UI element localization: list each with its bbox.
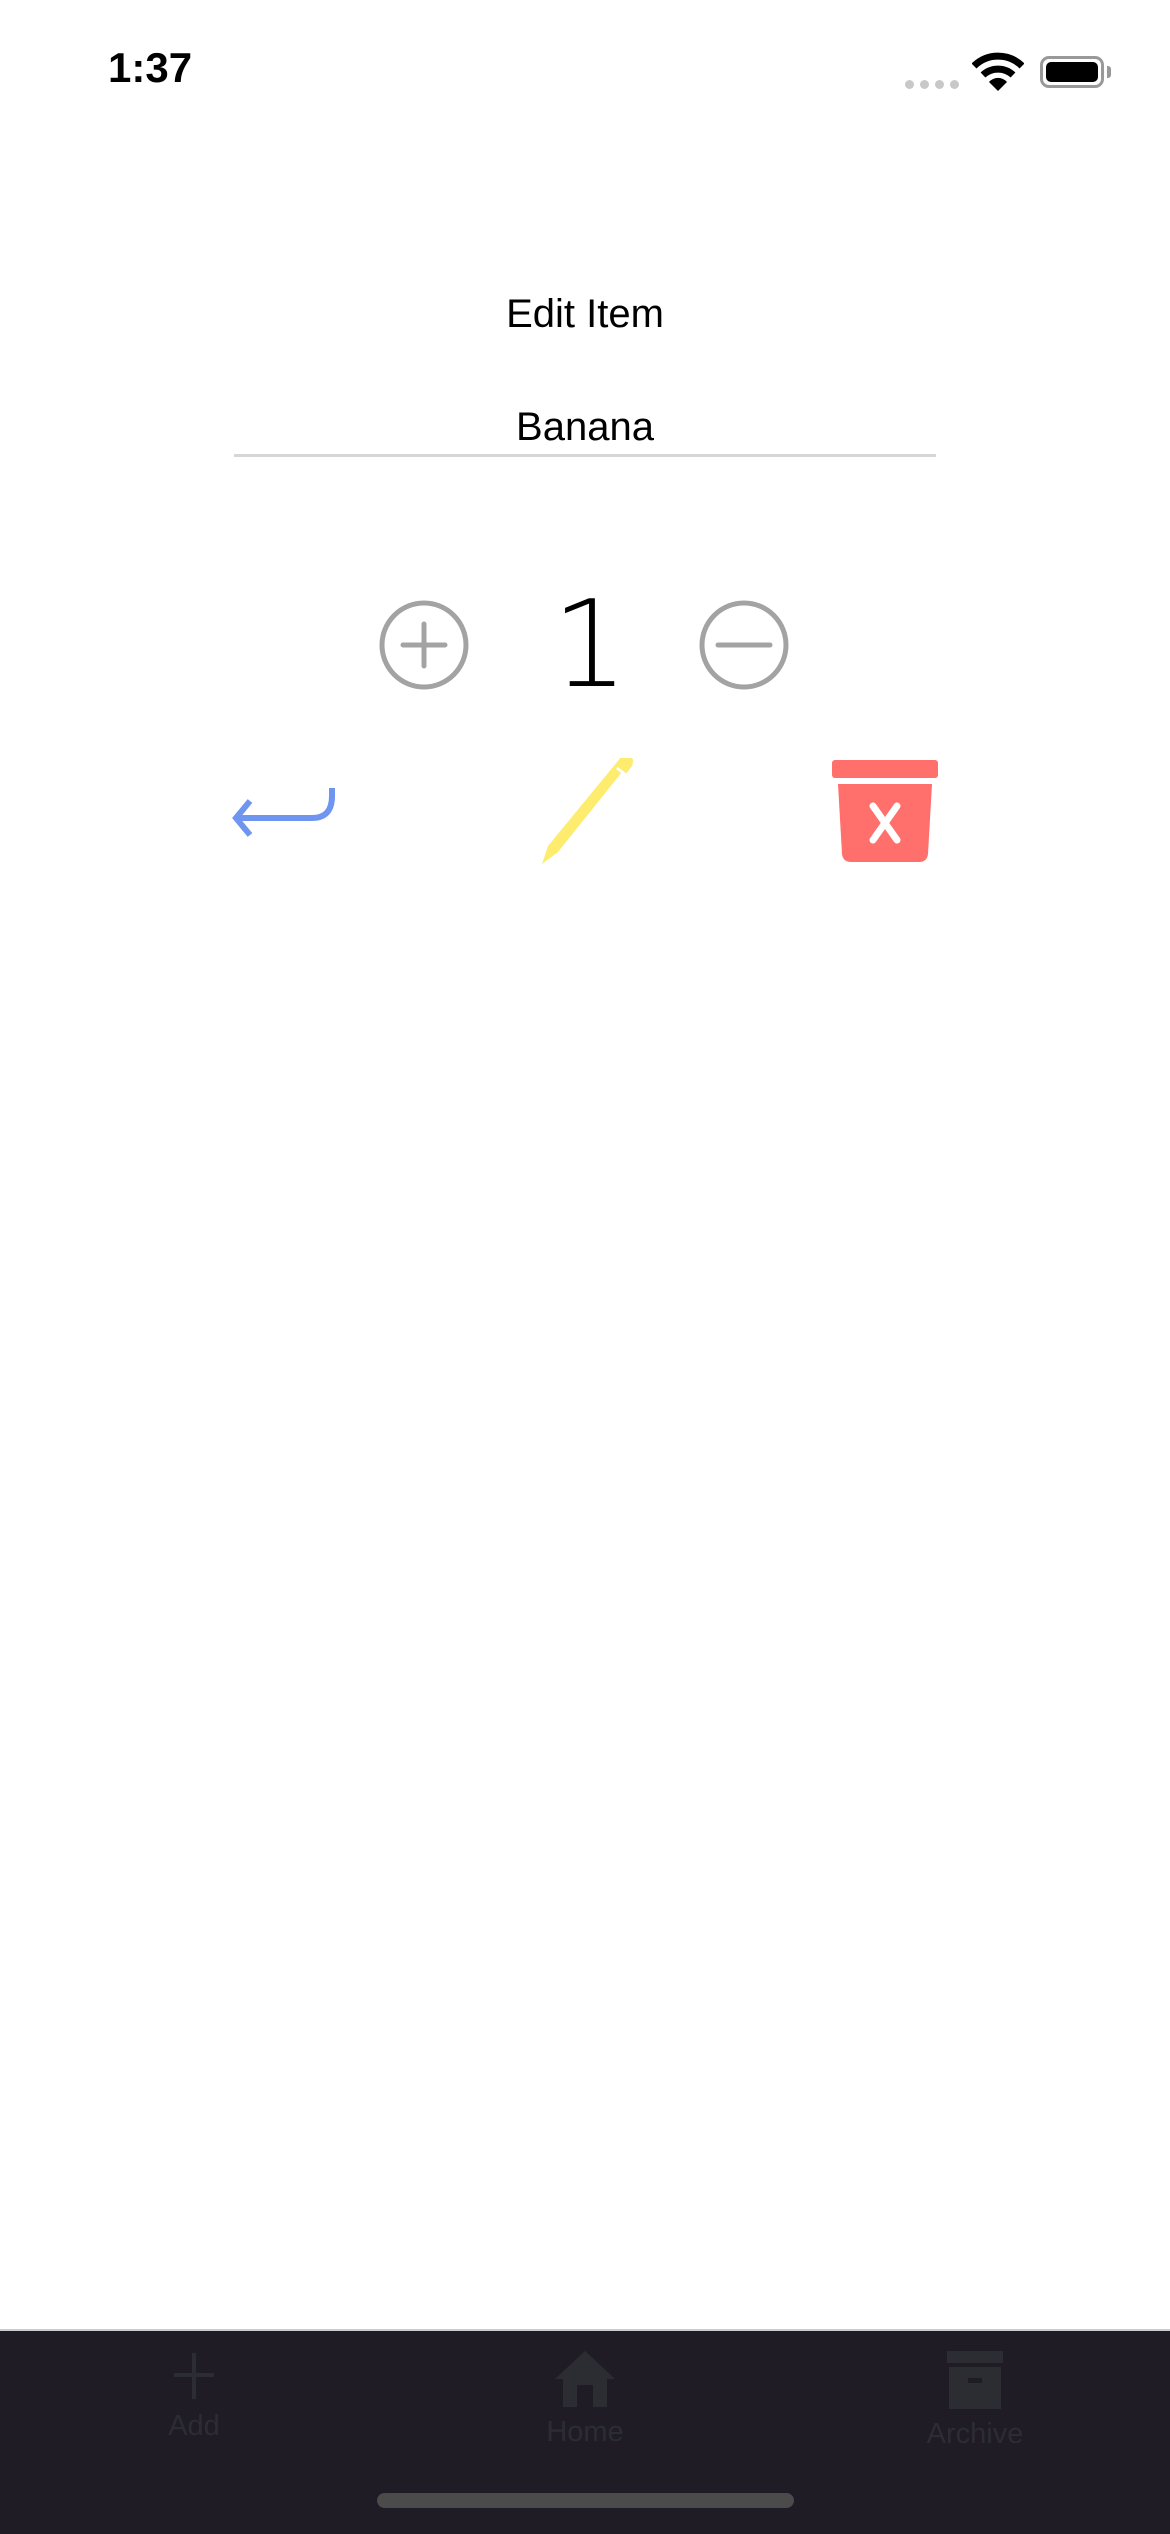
quantity-value: 1: [551, 576, 629, 715]
archive-box-icon: [947, 2351, 1003, 2409]
tab-label: Home: [546, 2416, 624, 2448]
plus-circle-icon[interactable]: [379, 600, 469, 690]
tab-archive[interactable]: Archive: [855, 2331, 1095, 2471]
page-title: Edit Item: [506, 292, 664, 336]
wifi-icon: [972, 52, 1024, 91]
home-icon: [555, 2351, 615, 2407]
status-time: 1:37: [108, 44, 193, 91]
plus-icon: [174, 2353, 214, 2399]
tab-home[interactable]: Home: [465, 2331, 705, 2471]
minus-circle-icon[interactable]: [699, 600, 789, 690]
return-arrow-icon[interactable]: [228, 758, 338, 868]
tab-add[interactable]: Add: [74, 2331, 314, 2471]
tab-label: Add: [168, 2410, 220, 2442]
signal-dots-icon: [905, 80, 959, 89]
trash-x-icon[interactable]: [830, 758, 940, 868]
battery-full-icon: [1040, 56, 1104, 88]
item-name-input[interactable]: [234, 400, 936, 457]
pencil-icon[interactable]: [526, 758, 636, 868]
battery-nub: [1107, 66, 1111, 78]
tab-label: Archive: [926, 2418, 1024, 2450]
home-indicator[interactable]: [377, 2493, 794, 2508]
